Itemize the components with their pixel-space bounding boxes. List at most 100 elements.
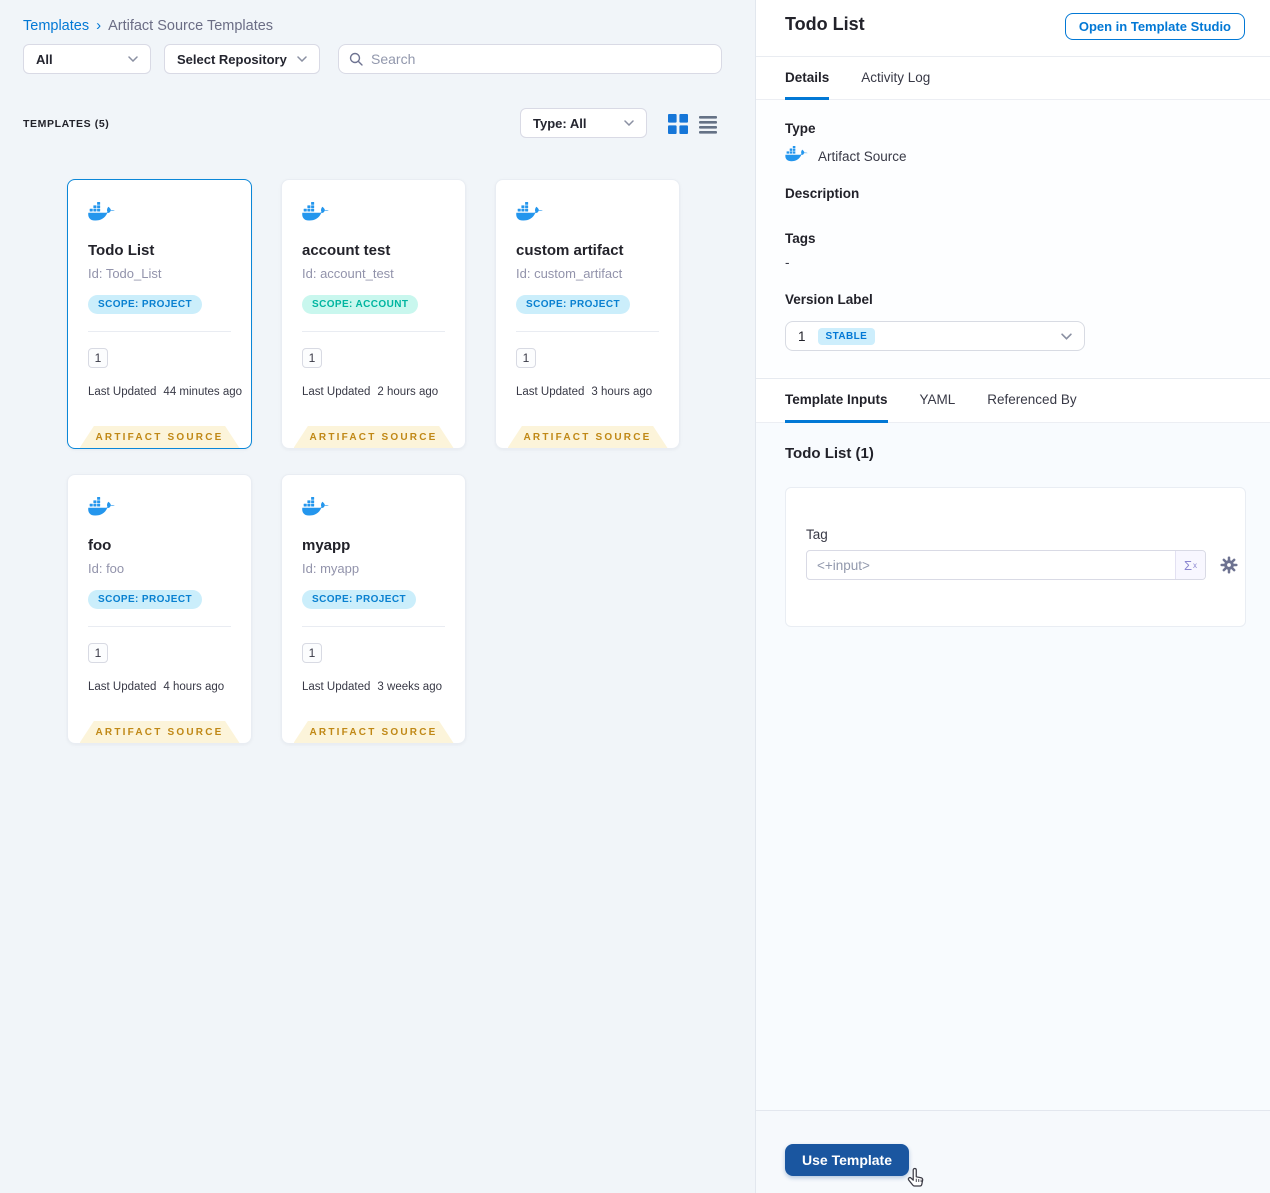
scope-badge: SCOPE: PROJECT (302, 590, 416, 609)
use-template-button[interactable]: Use Template (785, 1144, 909, 1176)
search-input-wrapper (338, 44, 722, 74)
template-card-title: foo (88, 537, 112, 554)
type-label: Type (785, 121, 816, 136)
docker-icon (516, 202, 543, 228)
type-filter-dropdown[interactable]: Type: All (520, 108, 647, 138)
template-card[interactable]: account test Id: account_test SCOPE: ACC… (281, 179, 466, 449)
details-header: Todo List Open in Template Studio (756, 0, 1270, 57)
version-count-chip: 1 (302, 643, 322, 663)
type-value-row: Artifact Source (785, 145, 907, 166)
last-updated-label: Last Updated (516, 386, 585, 398)
template-card[interactable]: foo Id: foo SCOPE: PROJECT 1 Last Update… (67, 474, 252, 744)
breadcrumb: Templates › Artifact Source Templates (23, 17, 273, 34)
gear-icon[interactable] (1220, 556, 1238, 574)
last-updated-value: 3 weeks ago (377, 681, 442, 693)
type-filter-value: Type: All (533, 115, 587, 131)
last-updated-value: 44 minutes ago (163, 386, 243, 398)
last-updated: Last Updated 4 hours ago (88, 681, 224, 693)
template-inputs-tabbar: Template Inputs YAML Referenced By (756, 378, 1270, 423)
docker-icon (302, 202, 329, 228)
templates-count-label: TEMPLATES (5) (23, 118, 110, 130)
last-updated-label: Last Updated (88, 681, 157, 693)
search-input[interactable] (371, 51, 711, 67)
template-card-id: Id: custom_artifact (516, 266, 623, 281)
template-card-title: custom artifact (516, 242, 624, 259)
scope-filter-dropdown[interactable]: All (23, 44, 151, 74)
tab-referenced-by[interactable]: Referenced By (987, 379, 1076, 423)
breadcrumb-separator-icon: › (96, 17, 102, 34)
inputs-section-title: Todo List (1) (785, 445, 874, 462)
version-count-chip: 1 (516, 348, 536, 368)
breadcrumb-templates-link[interactable]: Templates (23, 18, 89, 34)
card-divider (88, 331, 231, 332)
last-updated: Last Updated 3 weeks ago (302, 681, 442, 693)
template-cards-grid: Todo List Id: Todo_List SCOPE: PROJECT 1… (67, 179, 680, 744)
last-updated: Last Updated 3 hours ago (516, 386, 652, 398)
tab-activity-log[interactable]: Activity Log (861, 57, 930, 100)
last-updated-value: 3 hours ago (591, 386, 653, 398)
chevron-down-icon (297, 56, 307, 62)
last-updated-value: 4 hours ago (163, 681, 225, 693)
template-card[interactable]: custom artifact Id: custom_artifact SCOP… (495, 179, 680, 449)
templates-list-panel: Templates › Artifact Source Templates Al… (0, 0, 756, 1193)
tag-field-label: Tag (806, 527, 828, 542)
template-card[interactable]: myapp Id: myapp SCOPE: PROJECT 1 Last Up… (281, 474, 466, 744)
repository-filter-dropdown[interactable]: Select Repository (164, 44, 320, 74)
card-divider (516, 331, 659, 332)
docker-icon (88, 497, 115, 523)
artifact-source-ribbon: ARTIFACT SOURCE (293, 426, 454, 448)
template-card-id: Id: foo (88, 561, 125, 576)
last-updated: Last Updated 2 hours ago (302, 386, 438, 398)
open-in-template-studio-button[interactable]: Open in Template Studio (1064, 13, 1245, 40)
tab-details[interactable]: Details (785, 57, 830, 100)
chevron-down-icon (1061, 327, 1072, 345)
expression-sigma-button[interactable]: Σx (1175, 551, 1205, 579)
template-card[interactable]: Todo List Id: Todo_List SCOPE: PROJECT 1… (67, 179, 252, 449)
details-section: Type Artifact Source Description Tags - … (756, 100, 1270, 377)
chevron-down-icon (624, 120, 634, 126)
scope-filter-value: All (36, 51, 53, 67)
last-updated: Last Updated 44 minutes ago (88, 386, 242, 398)
tag-field-row: Σx (806, 550, 1238, 580)
template-card-id: Id: Todo_List (88, 266, 162, 281)
tab-template-inputs[interactable]: Template Inputs (785, 379, 888, 423)
description-label: Description (785, 186, 860, 201)
docker-icon (785, 145, 808, 166)
version-label: Version Label (785, 292, 873, 307)
version-value: 1 (798, 328, 806, 344)
docker-icon (302, 497, 329, 523)
details-title: Todo List (785, 14, 865, 34)
grid-view-toggle-icon[interactable] (668, 114, 688, 139)
artifact-source-ribbon: ARTIFACT SOURCE (79, 721, 240, 743)
version-dropdown[interactable]: 1 STABLE (785, 321, 1085, 351)
version-count-chip: 1 (88, 643, 108, 663)
scope-badge: SCOPE: PROJECT (88, 295, 202, 314)
stable-badge: STABLE (817, 327, 876, 345)
scope-badge: SCOPE: PROJECT (88, 590, 202, 609)
details-tabbar: Details Activity Log (756, 57, 1270, 100)
last-updated-label: Last Updated (302, 681, 371, 693)
card-divider (302, 626, 445, 627)
last-updated-value: 2 hours ago (377, 386, 439, 398)
scope-badge: SCOPE: ACCOUNT (302, 295, 419, 314)
type-value: Artifact Source (818, 148, 907, 164)
scope-badge: SCOPE: PROJECT (516, 295, 630, 314)
template-card-title: myapp (302, 537, 351, 554)
repository-filter-value: Select Repository (177, 51, 287, 67)
template-card-title: account test (302, 242, 391, 259)
version-count-chip: 1 (88, 348, 108, 368)
artifact-source-ribbon: ARTIFACT SOURCE (507, 426, 668, 448)
details-footer: Use Template (756, 1110, 1270, 1193)
card-divider (88, 626, 231, 627)
template-card-id: Id: account_test (302, 266, 394, 281)
tab-yaml[interactable]: YAML (920, 379, 956, 423)
list-view-toggle-icon[interactable] (698, 114, 718, 139)
template-card-title: Todo List (88, 242, 155, 259)
template-card-id: Id: myapp (302, 561, 360, 576)
tags-label: Tags (785, 231, 816, 246)
template-inputs-content: Todo List (1) Tag Σx (756, 423, 1270, 1110)
template-details-panel: Todo List Open in Template Studio Detail… (756, 0, 1270, 1193)
version-count-chip: 1 (302, 348, 322, 368)
card-divider (302, 331, 445, 332)
tag-input[interactable] (807, 557, 1175, 573)
